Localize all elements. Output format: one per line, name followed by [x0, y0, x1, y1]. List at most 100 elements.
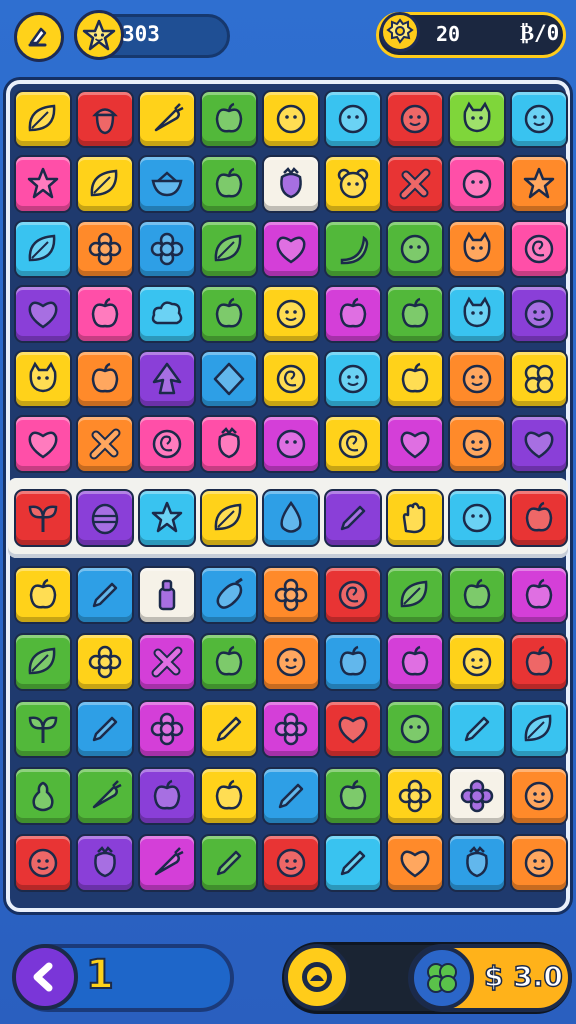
board-tile-apple[interactable] [200, 285, 258, 343]
board-tile-blob[interactable] [448, 155, 506, 213]
board-tile-heart[interactable] [14, 415, 72, 473]
board-tile-apple[interactable] [76, 350, 134, 408]
board-tile-face[interactable] [262, 285, 320, 343]
board-tile-pencil[interactable] [200, 700, 258, 758]
settings-button[interactable] [284, 944, 350, 1010]
board-tile-swirl[interactable] [324, 415, 382, 473]
board-tile-pencil[interactable] [324, 834, 382, 892]
board-tile-heart[interactable] [510, 415, 568, 473]
board-tile-face[interactable] [510, 834, 568, 892]
board-tile-flower[interactable] [386, 767, 444, 825]
board-tile-face[interactable] [324, 350, 382, 408]
board-tile-carrot[interactable] [138, 834, 196, 892]
highlight-tile-egg[interactable] [76, 489, 134, 547]
board-tile-face[interactable] [448, 415, 506, 473]
board-tile-swirl[interactable] [510, 220, 568, 278]
board-tile-bear[interactable] [324, 155, 382, 213]
board-tile-cat[interactable] [14, 350, 72, 408]
board-tile-flower[interactable] [76, 633, 134, 691]
board-tile-pencil[interactable] [262, 767, 320, 825]
board-tile-heart[interactable] [386, 834, 444, 892]
board-tile-berry[interactable] [76, 834, 134, 892]
board-tile-face[interactable] [510, 90, 568, 148]
board-tile-face[interactable] [262, 834, 320, 892]
board-tile-heart[interactable] [262, 220, 320, 278]
board-tile-flower[interactable] [138, 220, 196, 278]
board-tile-blob[interactable] [262, 90, 320, 148]
board-tile-flower[interactable] [262, 566, 320, 624]
board-tile-cross[interactable] [386, 155, 444, 213]
board-tile-blob[interactable] [386, 700, 444, 758]
board-tile-apple[interactable] [324, 767, 382, 825]
board-tile-blob[interactable] [386, 220, 444, 278]
board-tile-face[interactable] [448, 633, 506, 691]
board-tile-pear[interactable] [14, 767, 72, 825]
board-tile-banana[interactable] [324, 220, 382, 278]
board-tile-star[interactable] [14, 155, 72, 213]
board-tile-cloud[interactable] [138, 285, 196, 343]
highlight-tile-hand[interactable] [386, 489, 444, 547]
board-tile-pencil[interactable] [76, 566, 134, 624]
board-tile-pencil[interactable] [200, 834, 258, 892]
board-tile-swirl[interactable] [262, 350, 320, 408]
board-tile-apple[interactable] [510, 633, 568, 691]
back-button[interactable] [14, 12, 64, 62]
board-tile-apple[interactable] [386, 350, 444, 408]
board-tile-apple[interactable] [200, 633, 258, 691]
board-tile-face[interactable] [14, 834, 72, 892]
board-tile-leaf[interactable] [76, 155, 134, 213]
highlight-tile-apple[interactable] [510, 489, 568, 547]
board-tile-flower[interactable] [262, 700, 320, 758]
board-tile-clover[interactable] [510, 350, 568, 408]
board-tile-apple[interactable] [386, 285, 444, 343]
highlight-tile-drop[interactable] [262, 489, 320, 547]
board-tile-apple[interactable] [200, 90, 258, 148]
board-tile-apple[interactable] [14, 566, 72, 624]
board-tile-face[interactable] [510, 767, 568, 825]
board-tile-berry[interactable] [262, 155, 320, 213]
highlight-tile-blob[interactable] [448, 489, 506, 547]
board-tile-carrot[interactable] [76, 767, 134, 825]
board-tile-heart[interactable] [324, 700, 382, 758]
board-tile-swirl[interactable] [138, 415, 196, 473]
board-tile-leaf[interactable] [14, 220, 72, 278]
board-tile-cat[interactable] [448, 220, 506, 278]
board-tile-apple[interactable] [200, 767, 258, 825]
highlight-tile-star[interactable] [138, 489, 196, 547]
board-tile-star[interactable] [510, 155, 568, 213]
board-tile-leaf[interactable] [510, 700, 568, 758]
board-tile-apple[interactable] [324, 285, 382, 343]
board-tile-bottle[interactable] [138, 566, 196, 624]
highlight-tile-leaf[interactable] [200, 489, 258, 547]
board-tile-face[interactable] [448, 350, 506, 408]
board-tile-flower[interactable] [448, 767, 506, 825]
board-tile-apple[interactable] [448, 566, 506, 624]
board-tile-carrot[interactable] [138, 90, 196, 148]
board-tile-diamond[interactable] [200, 350, 258, 408]
board-tile-cat[interactable] [448, 90, 506, 148]
board-tile-face[interactable] [262, 633, 320, 691]
board-tile-berry[interactable] [200, 415, 258, 473]
board-tile-apple[interactable] [76, 285, 134, 343]
board-tile-cross[interactable] [76, 415, 134, 473]
board-tile-apple[interactable] [386, 633, 444, 691]
board-tile-apple[interactable] [510, 566, 568, 624]
board-tile-face[interactable] [386, 90, 444, 148]
board-tile-berry[interactable] [448, 834, 506, 892]
board-tile-sprout[interactable] [14, 700, 72, 758]
board-tile-leaf[interactable] [386, 566, 444, 624]
board-tile-cat[interactable] [448, 285, 506, 343]
board-tile-swirl[interactable] [324, 566, 382, 624]
highlight-tile-pencil[interactable] [324, 489, 382, 547]
board-tile-blob[interactable] [324, 90, 382, 148]
board-tile-apple[interactable] [200, 155, 258, 213]
board-tile-apple[interactable] [138, 767, 196, 825]
board-tile-heart[interactable] [14, 285, 72, 343]
board-tile-eggplant[interactable] [200, 566, 258, 624]
board-tile-heart[interactable] [386, 415, 444, 473]
board-tile-arrow[interactable] [138, 350, 196, 408]
board-tile-apple[interactable] [324, 633, 382, 691]
board-tile-pencil[interactable] [76, 700, 134, 758]
board-tile-flower[interactable] [76, 220, 134, 278]
board-tile-face[interactable] [510, 285, 568, 343]
